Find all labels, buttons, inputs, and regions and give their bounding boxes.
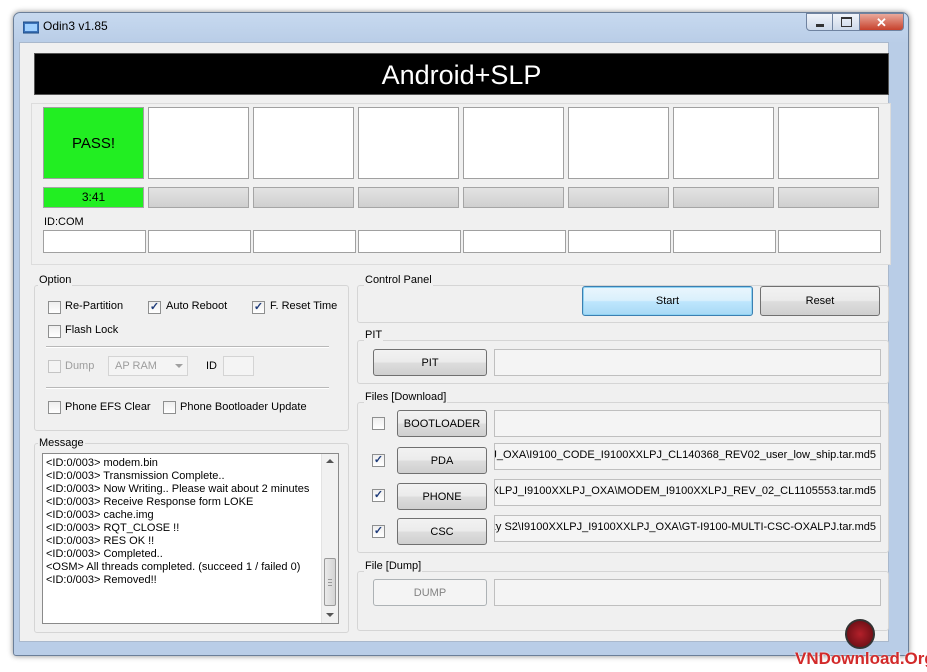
scroll-down-icon[interactable] [326, 613, 334, 617]
port-timer-8 [778, 187, 879, 208]
start-button[interactable]: Start [582, 286, 753, 316]
csc-button[interactable]: CSC [397, 518, 487, 545]
model-banner: Android+SLP [34, 53, 889, 95]
idcom-field-7 [673, 230, 776, 253]
message-line: <ID:0/003> RQT_CLOSE !! [46, 522, 180, 534]
message-line: <ID:0/003> Transmission Complete.. [46, 470, 225, 482]
message-line: <ID:0/003> Receive Response form LOKE [46, 496, 254, 508]
scroll-up-icon[interactable] [326, 459, 334, 463]
f-reset-time-checkbox[interactable]: ✓ [252, 301, 265, 314]
pda-path-field: .PJ_OXA\I9100_CODE_I9100XXLPJ_CL140368_R… [494, 443, 881, 470]
minimize-button[interactable] [806, 13, 833, 31]
phone-bootloader-update-checkbox[interactable] [163, 401, 176, 414]
bootloader-checkbox[interactable] [372, 417, 385, 430]
port-timer-1: 3:41 [43, 187, 144, 208]
port-timer-7 [673, 187, 774, 208]
idcom-field-8 [778, 230, 881, 253]
phone-efs-clear-label: Phone EFS Clear [65, 401, 151, 413]
control-panel-label: Control Panel [364, 274, 433, 286]
watermark-logo-icon [845, 619, 875, 649]
option-separator-2 [46, 387, 329, 389]
files-download-label: Files [Download] [364, 391, 448, 403]
maximize-icon [840, 17, 852, 27]
message-line: <ID:0/003> Removed!! [46, 574, 157, 586]
phone-efs-clear-checkbox[interactable] [48, 401, 61, 414]
idcom-field-5 [463, 230, 566, 253]
idcom-field-3 [253, 230, 356, 253]
idcom-field-2 [148, 230, 251, 253]
message-line: <ID:0/003> cache.img [46, 509, 154, 521]
message-line: <OSM> All threads completed. (succeed 1 … [46, 561, 301, 573]
port-timer-2 [148, 187, 249, 208]
idcom-label: ID:COM [44, 216, 84, 228]
port-status-4 [358, 107, 459, 179]
option-group-label: Option [38, 274, 73, 286]
bootloader-button[interactable]: BOOTLOADER [397, 410, 487, 437]
pda-button[interactable]: PDA [397, 447, 487, 474]
close-button[interactable]: ✕ [860, 13, 904, 31]
pit-path-field [494, 349, 881, 376]
message-line: <ID:0/003> RES OK !! [46, 535, 155, 547]
window-title: Odin3 v1.85 [43, 19, 108, 33]
message-line: <ID:0/003> Completed.. [46, 548, 163, 560]
port-status-7 [673, 107, 774, 179]
phone-path-field: 00XXLPJ_I9100XXLPJ_OXA\MODEM_I9100XXLPJ_… [494, 479, 881, 506]
close-icon: ✕ [876, 14, 887, 30]
phone-button[interactable]: PHONE [397, 483, 487, 510]
port-status-5 [463, 107, 564, 179]
dump-source-value: AP RAM [115, 360, 157, 372]
message-line: <ID:0/003> Now Writing.. Please wait abo… [46, 483, 310, 495]
port-timer-5 [463, 187, 564, 208]
phone-bootloader-update-label: Phone Bootloader Update [180, 401, 307, 413]
port-timer-6 [568, 187, 669, 208]
port-timer-4 [358, 187, 459, 208]
idcom-field-6 [568, 230, 671, 253]
message-group-label: Message [38, 437, 85, 449]
message-scrollbar[interactable] [321, 454, 338, 623]
watermark-text: VNDownload.Org [795, 649, 927, 668]
phone-checkbox[interactable]: ✓ [372, 489, 385, 502]
port-timer-3 [253, 187, 354, 208]
auto-reboot-checkbox[interactable]: ✓ [148, 301, 161, 314]
repartition-label: Re-Partition [65, 300, 124, 312]
dump-source-select[interactable]: AP RAM [108, 356, 188, 376]
auto-reboot-label: Auto Reboot [166, 300, 228, 312]
maximize-button[interactable] [833, 13, 860, 31]
flash-lock-checkbox[interactable] [48, 325, 61, 338]
csc-path-field: laxy S2\I9100XXLPJ_I9100XXLPJ_OXA\GT-I91… [494, 515, 881, 542]
pit-label: PIT [364, 329, 384, 341]
dump-checkbox[interactable] [48, 360, 61, 373]
flash-lock-label: Flash Lock [65, 324, 119, 336]
idcom-field-1 [43, 230, 146, 253]
idcom-field-4 [358, 230, 461, 253]
bootloader-path-field [494, 410, 881, 437]
port-status-8 [778, 107, 879, 179]
port-status-3 [253, 107, 354, 179]
port-status-2 [148, 107, 249, 179]
reset-button[interactable]: Reset [760, 286, 880, 316]
message-line: <ID:0/003> modem.bin [46, 457, 158, 469]
chevron-down-icon [175, 364, 183, 368]
dump-button[interactable]: DUMP [373, 579, 487, 606]
file-dump-label: File [Dump] [364, 560, 423, 572]
pda-checkbox[interactable]: ✓ [372, 454, 385, 467]
port-status-1: PASS! [43, 107, 144, 179]
dump-id-field[interactable] [223, 356, 254, 376]
option-separator-1 [46, 346, 329, 348]
minimize-icon [815, 23, 824, 27]
port-status-6 [568, 107, 669, 179]
repartition-checkbox[interactable] [48, 301, 61, 314]
pit-button[interactable]: PIT [373, 349, 487, 376]
odin-app-icon [23, 21, 39, 34]
dump-label: Dump [65, 360, 95, 372]
f-reset-time-label: F. Reset Time [270, 300, 338, 312]
caption-buttons: ✕ [806, 13, 904, 31]
dump-id-label: ID [206, 360, 217, 372]
message-lines: <ID:0/003> modem.bin <ID:0/003> Transmis… [46, 457, 320, 587]
message-log[interactable]: <ID:0/003> modem.bin <ID:0/003> Transmis… [42, 453, 339, 624]
dump-path-field [494, 579, 881, 606]
csc-checkbox[interactable]: ✓ [372, 525, 385, 538]
site-watermark: VNDownload.Org [795, 619, 927, 669]
scroll-thumb[interactable] [324, 558, 336, 606]
